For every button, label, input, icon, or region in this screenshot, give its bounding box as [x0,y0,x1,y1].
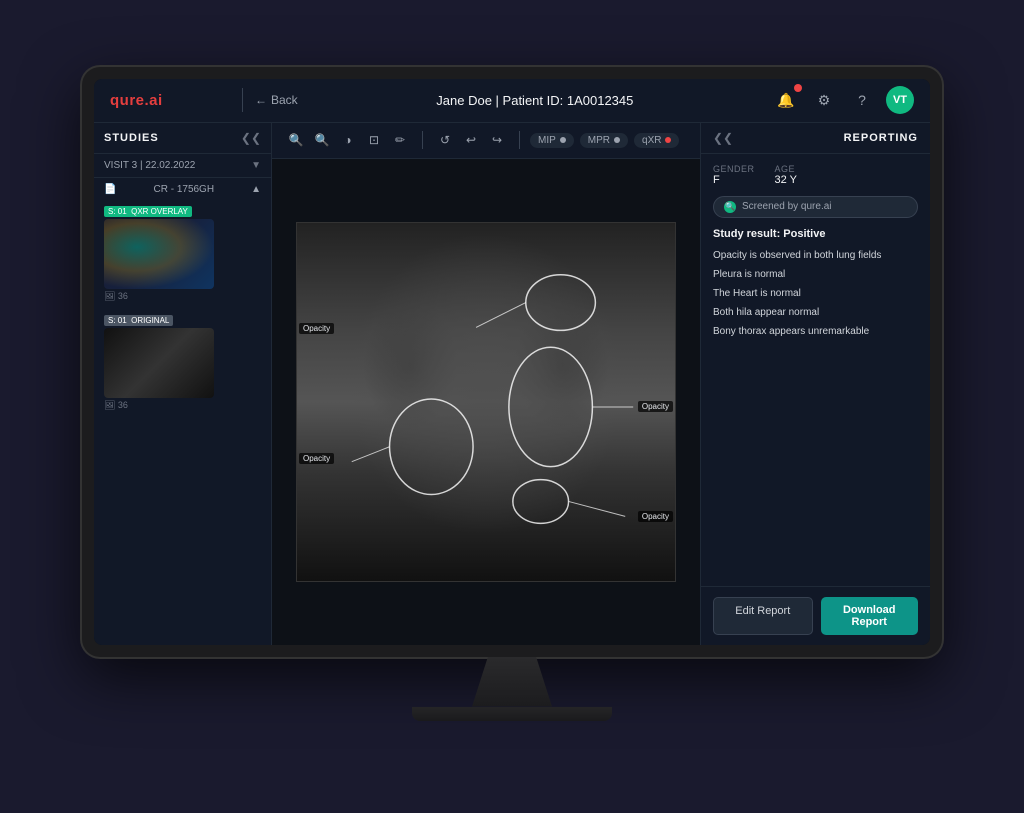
top-icons: 🔔 ⚙ ? VT [772,86,914,114]
opacity-label-mid-left: Opacity [299,453,334,464]
redo-button[interactable]: ↪ [485,128,509,152]
history-tools: ↺ ↩ ↪ [433,128,509,152]
edit-report-button[interactable]: Edit Report [713,597,813,635]
reporting-collapse-button[interactable]: ❮❮ [713,131,733,145]
patient-meta: GENDER F AGE 32 Y [713,164,918,186]
opacity-label-bot-right: Opacity [638,511,673,522]
thumbnail-original-count: 🖼 36 [104,400,261,411]
patient-info: Jane Doe | Patient ID: 1A0012345 [298,93,772,108]
gender-field: GENDER F [713,164,755,186]
xray-background [297,223,675,581]
zoom-in-button[interactable]: 🔍 [284,128,308,152]
logo: qure.ai [110,92,163,109]
thumbnail-overlay-count: 🖼 36 [104,291,261,302]
finding-2: Pleura is normal [713,267,918,282]
mip-dot [560,137,566,143]
visit-selector[interactable]: VISIT 3 | 22.02.2022 ▼ [94,154,271,178]
thumbnail-original[interactable]: S: 01 ORIGINAL 🖼 36 [104,310,261,411]
opacity-label-top-right: Opacity [638,401,673,412]
thumbnail-original-image [104,328,214,398]
finding-4: Both hila appear normal [713,305,918,320]
qxr-label: qXR [642,135,661,146]
toolbar: 🔍 🔍 ◑ ⊡ ✏ ↺ ↩ ↪ [272,123,700,159]
mpr-label: MPR [588,135,610,146]
toolbar-separator-1 [422,131,423,149]
study-label: 📄 CR - 1756GH ▲ [104,184,261,195]
study-group: 📄 CR - 1756GH ▲ S: 01 QXR OVERLAY [94,178,271,425]
ai-badge-text: Screened by qure.ai [742,201,832,212]
visit-dropdown-icon: ▼ [251,160,261,171]
finding-5: Bony thorax appears unremarkable [713,324,918,339]
age-label: AGE [775,164,797,174]
finding-1: Opacity is observed in both lung fields [713,248,918,263]
main-content: STUDIES ❮❮ VISIT 3 | 22.02.2022 ▼ 📄 CR -… [94,123,930,645]
findings-list: Opacity is observed in both lung fields … [713,248,918,339]
age-field: AGE 32 Y [775,164,797,186]
mip-mode-button[interactable]: MIP [530,133,574,148]
mip-label: MIP [538,135,556,146]
finding-3: The Heart is normal [713,286,918,301]
visit-label: VISIT 3 | 22.02.2022 [104,160,195,171]
zoom-out-button[interactable]: 🔍 [310,128,334,152]
xray-container: Opacity Opacity Opacity Opacity [272,159,700,645]
back-label: Back [271,93,298,107]
ai-badge: 🔍 Screened by qure.ai [713,196,918,218]
redo-left-button[interactable]: ↺ [433,128,457,152]
back-button[interactable]: ← Back [255,93,298,107]
invert-button[interactable]: ⊡ [362,128,386,152]
thumbnail-overlay[interactable]: S: 01 QXR OVERLAY 🖼 36 [104,201,261,302]
xray-image: Opacity Opacity Opacity Opacity [296,222,676,582]
draw-button[interactable]: ✏ [388,128,412,152]
contrast-button[interactable]: ◑ [336,128,360,152]
toolbar-separator-2 [519,131,520,149]
undo-button[interactable]: ↩ [459,128,483,152]
reporting-title: REPORTING [844,132,918,144]
reporting-body: GENDER F AGE 32 Y 🔍 Screened by qure.ai [701,154,930,586]
sidebar: STUDIES ❮❮ VISIT 3 | 22.02.2022 ▼ 📄 CR -… [94,123,272,645]
thumbnail-overlay-image [104,219,214,289]
study-id: CR - 1756GH [153,184,214,195]
qxr-dot [665,137,671,143]
age-value: 32 Y [775,174,797,186]
sidebar-collapse-button[interactable]: ❮❮ [241,131,261,145]
thumbnail-original-label: S: 01 ORIGINAL [104,315,173,326]
monitor-base [412,707,612,721]
reporting-header: ❮❮ REPORTING [701,123,930,154]
notification-button[interactable]: 🔔 [772,86,800,114]
sidebar-title: STUDIES [104,132,159,144]
help-button[interactable]: ? [848,86,876,114]
back-arrow-icon: ← [255,93,267,107]
download-report-button[interactable]: Download Report [821,597,919,635]
mpr-mode-button[interactable]: MPR [580,133,628,148]
monitor-stand [472,657,552,707]
sidebar-header: STUDIES ❮❮ [94,123,271,154]
study-result: Study result: Positive [713,228,918,240]
mpr-dot [614,137,620,143]
settings-button[interactable]: ⚙ [810,86,838,114]
study-icon: 📄 [104,184,116,195]
ai-icon: 🔍 [724,201,736,213]
reporting-footer: Edit Report Download Report [701,586,930,645]
header-divider [242,88,243,112]
notification-badge [794,84,802,92]
top-bar: qure.ai ← Back Jane Doe | Patient ID: 1A… [94,79,930,123]
user-avatar[interactable]: VT [886,86,914,114]
logo-area: qure.ai [110,92,230,109]
study-collapse-icon[interactable]: ▲ [251,184,261,195]
gender-label: GENDER [713,164,755,174]
qxr-mode-button[interactable]: qXR [634,133,679,148]
zoom-tools: 🔍 🔍 ◑ ⊡ ✏ [284,128,412,152]
thumbnail-overlay-label: S: 01 QXR OVERLAY [104,206,192,217]
viewer-area: 🔍 🔍 ◑ ⊡ ✏ ↺ ↩ ↪ [272,123,700,645]
reporting-panel: ❮❮ REPORTING GENDER F AGE 32 Y [700,123,930,645]
opacity-label-top-left: Opacity [299,323,334,334]
gender-value: F [713,174,755,186]
